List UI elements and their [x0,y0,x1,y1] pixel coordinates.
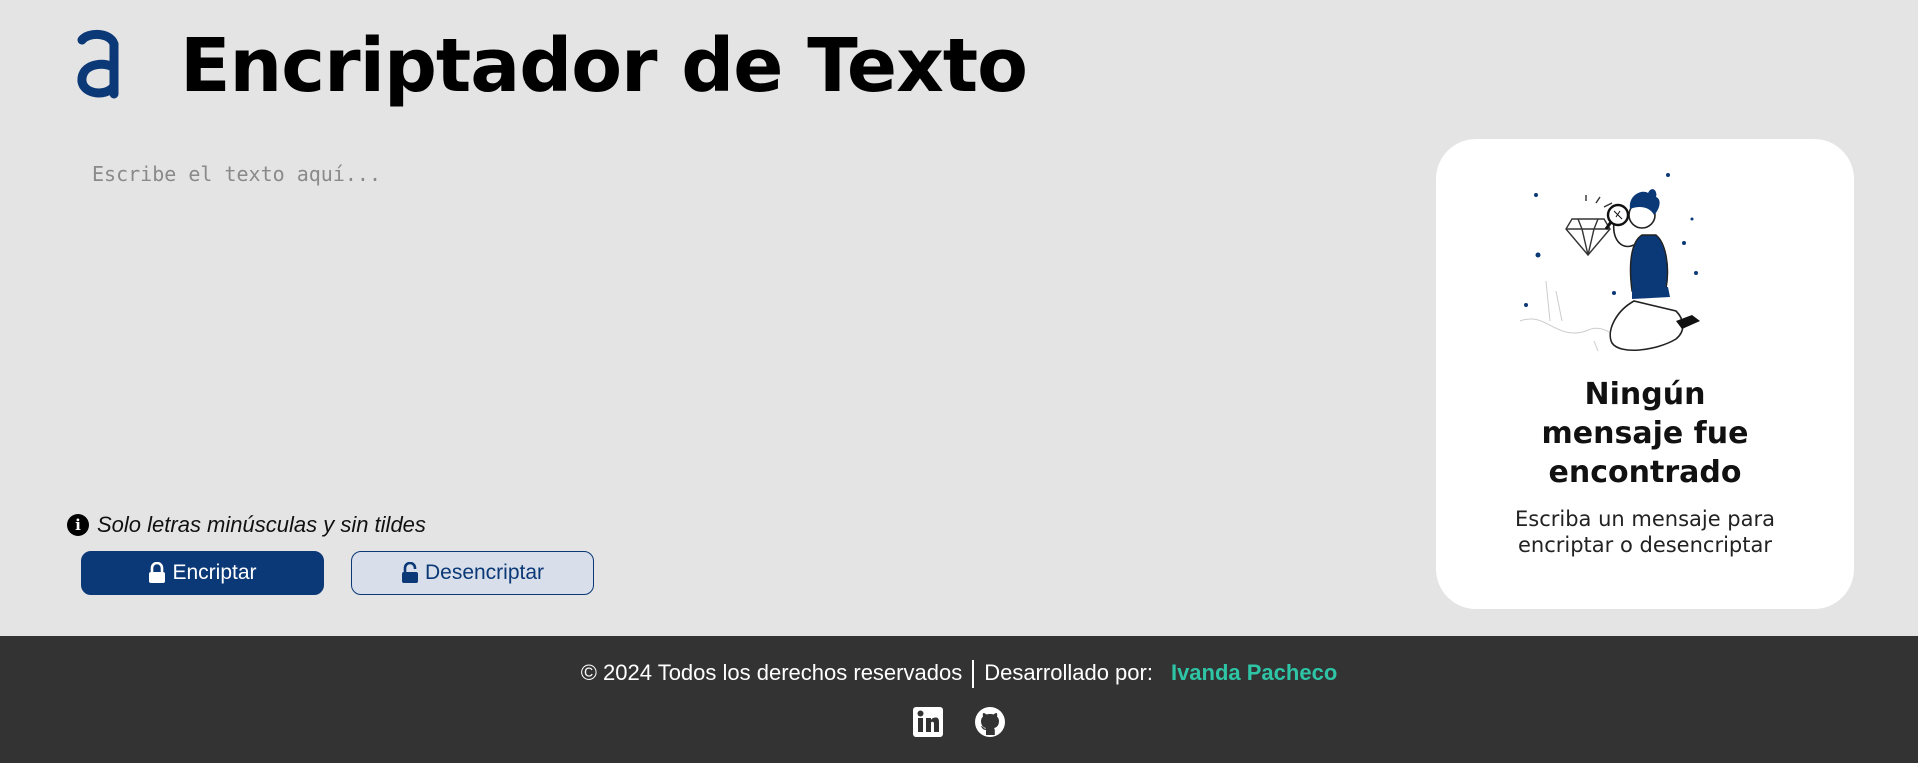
result-title-line: Ningún [1584,377,1706,412]
result-title-line: mensaje fue [1541,416,1749,451]
info-icon: i [67,514,89,536]
alura-logo-icon [77,30,119,99]
github-link[interactable] [974,706,1006,738]
page-title: Encriptador de Texto [180,23,1028,109]
developed-by-text: Desarrollado por: [984,660,1153,685]
encrypt-button[interactable]: Encriptar [81,551,324,595]
input-hint: i Solo letras minúsculas y sin tildes [67,512,426,538]
github-icon [975,707,1005,737]
author-link[interactable]: Ivanda Pacheco [1171,660,1337,685]
result-title: Ningún mensaje fue encontrado [1436,375,1854,492]
result-card: Ningún mensaje fue encontrado Escriba un… [1436,139,1854,609]
header: Encriptador de Texto [0,0,1918,130]
linkedin-link[interactable] [912,706,944,738]
text-input[interactable] [92,162,1392,482]
unlock-icon [401,562,418,583]
result-subtitle-line: Escriba un mensaje para [1514,507,1776,531]
social-links [0,706,1918,738]
linkedin-icon [913,707,943,737]
decrypt-button[interactable]: Desencriptar [351,551,594,595]
footer-credits: © 2024 Todos los derechos reservados Desa… [0,660,1918,689]
hint-text: Solo letras minúsculas y sin tildes [97,512,426,537]
encrypt-button-label: Encriptar [172,561,257,584]
footer-divider [972,660,975,689]
result-subtitle-line: encriptar o desencriptar [1517,533,1772,557]
result-subtitle: Escriba un mensaje para encriptar o dese… [1436,506,1854,558]
person-with-magnifying-glass-illustration [1519,173,1700,352]
lock-icon [149,562,166,583]
footer: © 2024 Todos los derechos reservados Desa… [0,636,1918,763]
result-title-line: encontrado [1548,455,1742,490]
decrypt-button-label: Desencriptar [424,561,545,584]
copyright-text: © 2024 Todos los derechos reservados [580,660,963,685]
